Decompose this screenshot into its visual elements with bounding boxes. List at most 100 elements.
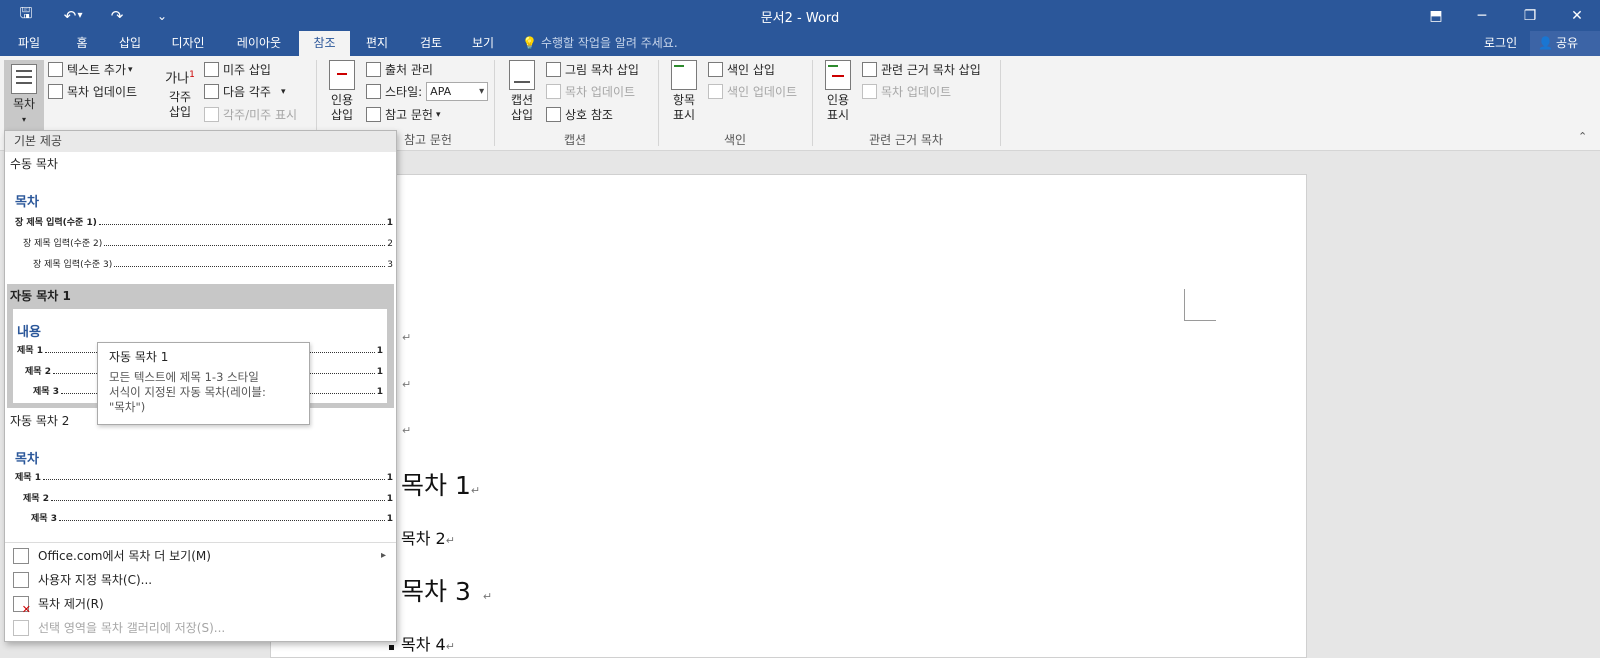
caption-icon: [509, 60, 535, 90]
show-notes-label: 각주/미주 표시: [223, 108, 298, 122]
document-heading[interactable]: 목차 3 ↵: [401, 572, 492, 608]
menu-item-custom-toc[interactable]: 사용자 지정 목차(C)...: [5, 568, 396, 591]
tab-layout[interactable]: 레이아웃: [224, 31, 294, 56]
menu-item-remove-toc[interactable]: ✕ 목차 제거(R): [5, 592, 396, 616]
document-heading[interactable]: 목차 2↵: [401, 525, 455, 549]
toc-button[interactable]: 목차 ▾: [4, 60, 44, 130]
menu-item-more-from-office[interactable]: Office.com에서 목차 더 보기(M) ▸: [5, 544, 396, 567]
mark-entry-icon: [671, 60, 697, 90]
menu-item-save-selection[interactable]: 선택 영역을 목차 갤러리에 저장(S)...: [5, 616, 396, 639]
login-link[interactable]: 로그인: [1484, 31, 1517, 56]
undo-dropdown-icon[interactable]: ▾: [72, 0, 88, 31]
person-icon: 👤: [1538, 36, 1553, 50]
insert-endnote-button[interactable]: 미주 삽입: [204, 59, 271, 80]
gallery-item-auto-toc-2[interactable]: 자동 목차 2 목차 제목 11 제목 21 제목 31: [5, 410, 396, 535]
add-text-button[interactable]: 텍스트 추가 ▾: [48, 59, 133, 80]
insert-footnote-button[interactable]: 가나1 각주 삽입: [160, 68, 200, 120]
style-icon: [366, 84, 381, 99]
insert-endnote-label: 미주 삽입: [223, 63, 271, 77]
show-notes-icon: [204, 107, 219, 122]
cross-reference-button[interactable]: 상호 참조: [546, 104, 613, 125]
paragraph-mark: ↵: [402, 424, 412, 437]
remove-toc-icon: ✕: [13, 595, 31, 616]
menu-item-label: 선택 영역을 목차 갤러리에 저장(S)...: [38, 621, 226, 635]
bibliography-label: 참고 문헌: [385, 108, 433, 122]
insert-index-label: 색인 삽입: [727, 63, 775, 77]
group-label-citations: 참고 문헌: [404, 133, 452, 147]
insert-index-button[interactable]: 색인 삽입: [708, 59, 775, 80]
mark-entry-button[interactable]: 항목 표시: [664, 60, 704, 123]
tooltip-body-line: 서식이 지정된 자동 목차(레이블:: [109, 385, 266, 399]
mark-citation-icon: [825, 60, 851, 90]
tab-mailings[interactable]: 편지: [356, 31, 398, 56]
customize-quick-access-icon[interactable]: ⌄: [146, 0, 178, 31]
group-separator: [1000, 60, 1001, 146]
menu-item-label: 목차 제거(R): [38, 597, 104, 611]
close-button[interactable]: ✕: [1554, 0, 1600, 31]
tab-references[interactable]: 참조: [299, 31, 350, 56]
tab-view[interactable]: 보기: [462, 31, 504, 56]
update-toc-button[interactable]: 목차 업데이트: [48, 81, 137, 102]
save-to-gallery-icon: [13, 619, 29, 636]
redo-icon[interactable]: ↷: [101, 0, 133, 31]
manage-sources-button[interactable]: 출처 관리: [366, 59, 433, 80]
document-heading[interactable]: 목차 1↵: [401, 466, 480, 502]
footnote-label-1: 각주: [168, 90, 192, 104]
citation-icon: [329, 60, 355, 90]
restore-button[interactable]: ❐: [1507, 0, 1553, 31]
footnote-icon: 가나1: [165, 70, 195, 87]
insert-toa-label: 관련 근거 목차 삽입: [881, 63, 981, 77]
update-table-button[interactable]: 목차 업데이트: [546, 81, 635, 102]
tell-me-search[interactable]: 💡 수행할 작업을 알려 주세요.: [522, 31, 678, 56]
insert-table-of-figures-button[interactable]: 그림 목차 삽입: [546, 59, 639, 80]
tab-file[interactable]: 파일: [4, 31, 54, 56]
group-separator: [812, 60, 813, 146]
gallery-item-manual-toc[interactable]: 수동 목차 목차 장 제목 입력(수준 1) 1 장 제목 입력(수준 2) 2 장…: [5, 153, 396, 273]
insert-table-of-authorities-button[interactable]: 관련 근거 목차 삽입: [862, 59, 981, 80]
document-heading[interactable]: 목차 4↵: [401, 631, 455, 655]
next-footnote-button[interactable]: 다음 각주 ▾: [204, 81, 286, 102]
tab-home[interactable]: 홈: [62, 31, 102, 56]
tab-review[interactable]: 검토: [410, 31, 452, 56]
thumbnail-toc-line: 장 제목 입력(수준 2) 2: [23, 239, 393, 249]
save-icon[interactable]: 🖫: [10, 0, 42, 31]
update-toa-label: 목차 업데이트: [881, 85, 952, 99]
paragraph-mark: ↵: [402, 331, 412, 344]
thumbnail-heading: 목차: [15, 195, 39, 210]
mark-citation-label-1: 인용: [826, 93, 850, 107]
gallery-tooltip: 자동 목차 1 모든 텍스트에 제목 1-3 스타일 서식이 지정된 자동 목차…: [97, 342, 310, 425]
update-table-icon: [48, 84, 63, 99]
add-text-label: 텍스트 추가: [67, 63, 127, 77]
caption-label-2: 삽입: [510, 108, 534, 122]
gallery-item-name: 수동 목차: [10, 157, 58, 171]
minimize-button[interactable]: ─: [1459, 0, 1505, 31]
insert-caption-button[interactable]: 캡션 삽입: [502, 60, 542, 123]
tooltip-body-line: 모든 텍스트에 제목 1-3 스타일: [109, 370, 259, 384]
paragraph-mark: ↵: [402, 378, 412, 391]
cross-reference-label: 상호 참조: [565, 108, 613, 122]
group-label-index: 색인: [723, 133, 747, 147]
bibliography-icon: [366, 107, 381, 122]
footnote-label-2: 삽입: [168, 105, 192, 119]
group-separator: [658, 60, 659, 146]
tab-design[interactable]: 디자인: [160, 31, 216, 56]
update-index-button[interactable]: 색인 업데이트: [708, 81, 797, 102]
tab-insert[interactable]: 삽입: [106, 31, 154, 56]
citation-style-select[interactable]: APA: [426, 82, 489, 101]
thumbnail-toc-line: 제목 21: [23, 494, 393, 504]
menu-item-label: 사용자 지정 목차(C)...: [38, 573, 153, 587]
bibliography-button[interactable]: 참고 문헌 ▾: [366, 104, 441, 125]
thumbnail-toc-line: 장 제목 입력(수준 1) 1: [15, 218, 393, 228]
show-notes-button[interactable]: 각주/미주 표시: [204, 104, 297, 125]
share-button[interactable]: 👤 공유: [1530, 31, 1600, 56]
table-of-authorities-icon: [862, 62, 877, 77]
group-label-captions: 캡션: [563, 133, 587, 147]
mark-citation-button[interactable]: 인용 표시: [818, 60, 858, 123]
tooltip-body-line: "목차"): [109, 400, 146, 414]
update-toa-button[interactable]: 목차 업데이트: [862, 81, 951, 102]
update-table-icon: [546, 84, 561, 99]
collapse-ribbon-icon[interactable]: ⌃: [1578, 130, 1587, 143]
insert-citation-button[interactable]: 인용 삽입: [322, 60, 362, 123]
ribbon-display-options-button[interactable]: ⬒: [1413, 0, 1459, 31]
citation-style: 스타일: APA: [366, 81, 489, 102]
